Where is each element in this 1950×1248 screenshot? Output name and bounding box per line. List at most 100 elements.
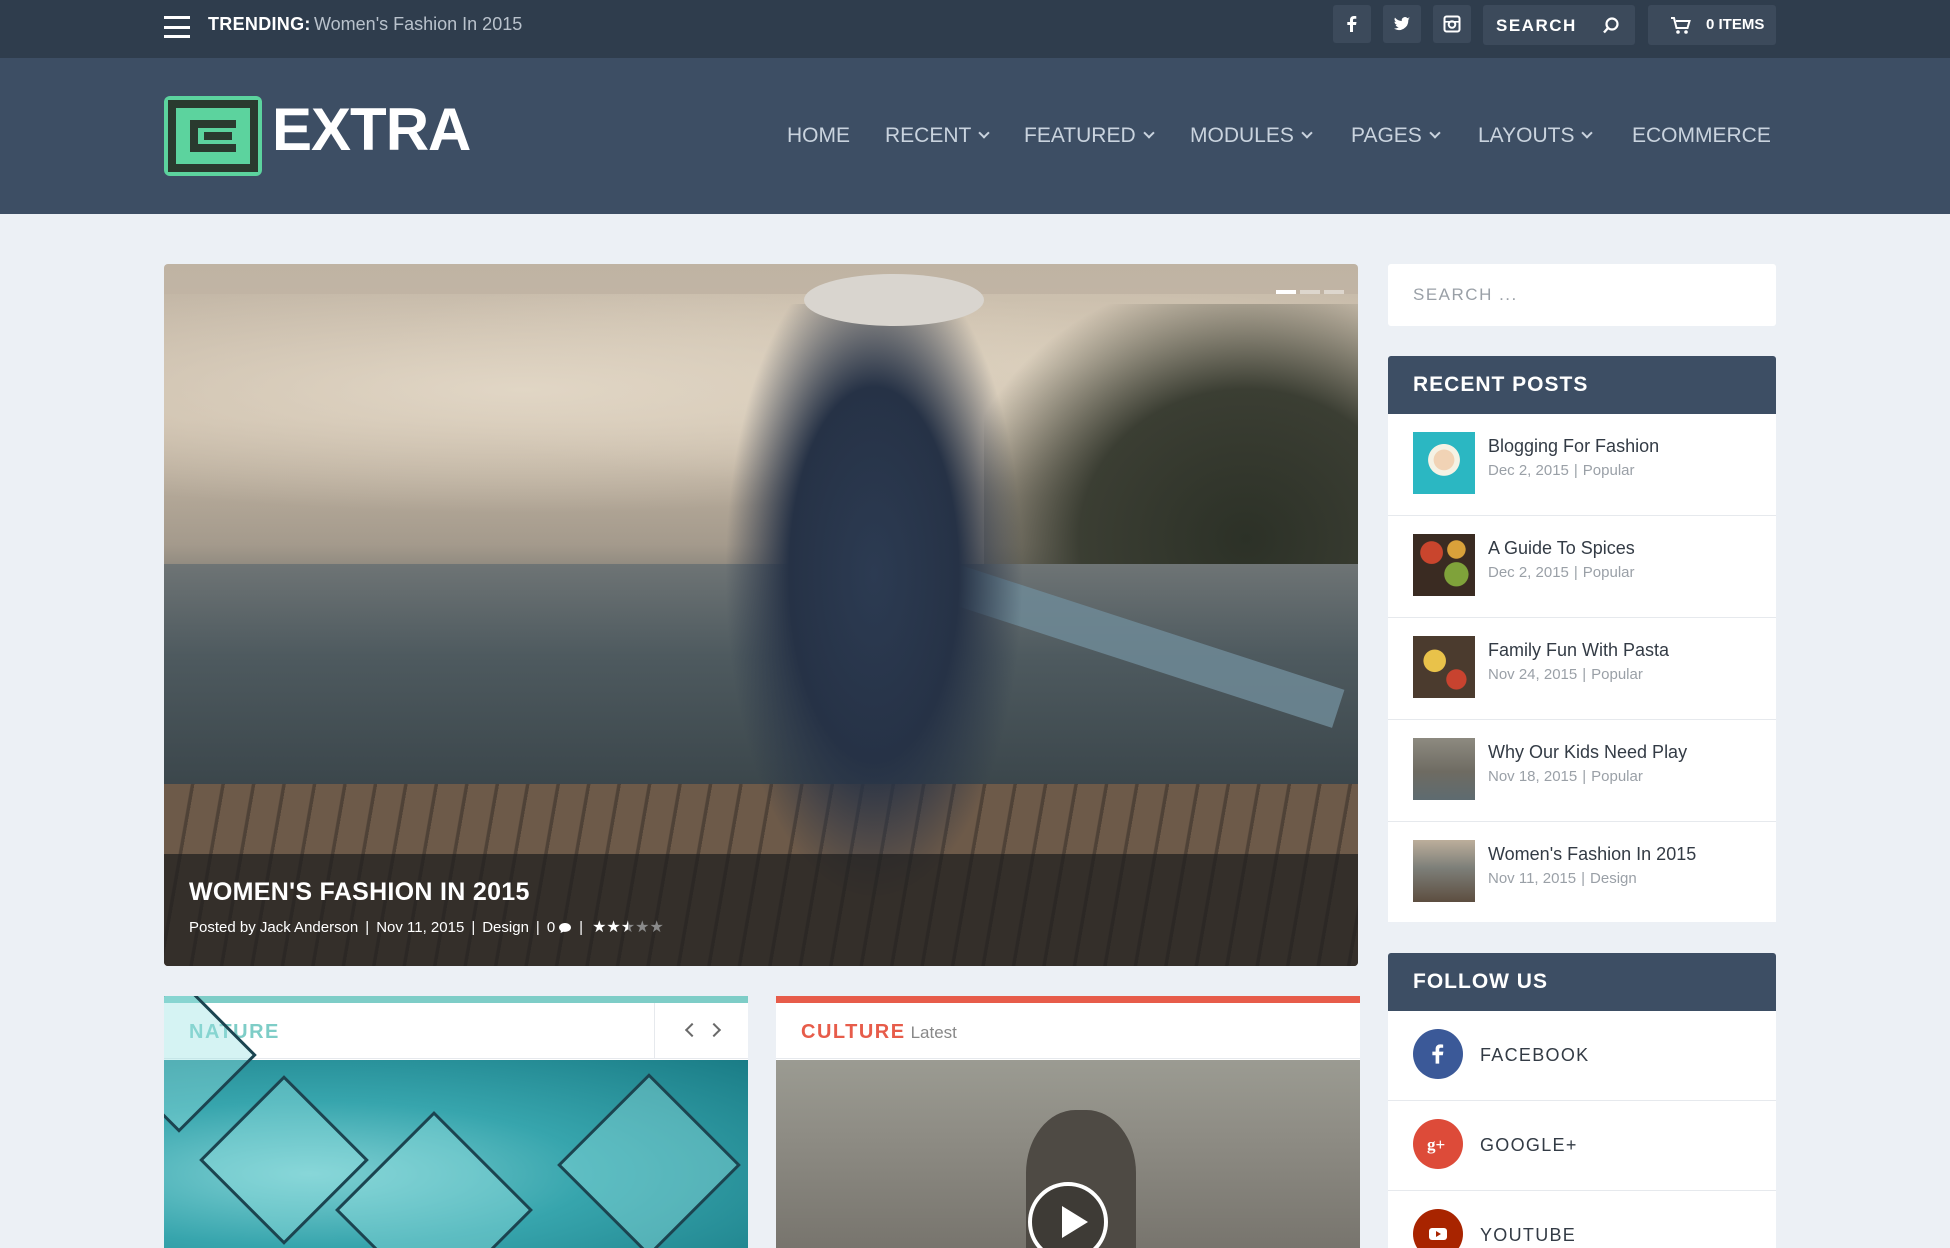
hero-category[interactable]: Design <box>482 919 529 936</box>
trending-label: TRENDING: <box>208 14 311 34</box>
cart-icon <box>1671 17 1691 34</box>
post-title[interactable]: Family Fun With Pasta <box>1488 640 1669 661</box>
post-date: Dec 2, 2015 <box>1488 462 1569 479</box>
svg-text:g+: g+ <box>1427 1135 1445 1154</box>
instagram-icon[interactable] <box>1433 5 1471 43</box>
recent-posts-header: RECENT POSTS <box>1388 356 1776 414</box>
post-category[interactable]: Popular <box>1583 564 1635 581</box>
post-thumbnail[interactable] <box>1413 840 1475 902</box>
separator: | <box>1573 462 1578 479</box>
post-thumbnail[interactable] <box>1413 738 1475 800</box>
cart-label: 0 ITEMS <box>1706 16 1765 33</box>
follow-us-title: FOLLOW US <box>1413 970 1548 993</box>
culture-image[interactable] <box>776 1060 1360 1248</box>
post-thumbnail[interactable] <box>1413 534 1475 596</box>
nav-pages[interactable]: PAGES <box>1351 124 1441 148</box>
list-item[interactable]: Why Our Kids Need Play Nov 18, 2015 | Popu… <box>1388 720 1776 822</box>
sidebar-search-input[interactable] <box>1388 264 1776 326</box>
follow-facebook[interactable]: FACEBOOK <box>1388 1011 1776 1101</box>
cart-button[interactable]: 0 ITEMS <box>1648 5 1776 45</box>
post-date: Nov 24, 2015 <box>1488 666 1578 683</box>
post-title[interactable]: Blogging For Fashion <box>1488 436 1659 457</box>
card-title[interactable]: CULTURE Latest <box>801 1021 957 1044</box>
hero-title[interactable]: WOMEN'S FASHION IN 2015 <box>189 878 530 907</box>
separator: | <box>365 919 370 936</box>
post-category[interactable]: Popular <box>1591 666 1643 683</box>
slider-dot[interactable] <box>1324 290 1344 294</box>
card-header: CULTURE Latest <box>776 1003 1360 1059</box>
list-item[interactable]: Blogging For Fashion Dec 2, 2015 | Popular <box>1388 414 1776 516</box>
separator: | <box>535 919 540 936</box>
post-meta: Nov 11, 2015 | Design <box>1488 870 1637 887</box>
star-icon: ★ <box>592 918 607 936</box>
list-item[interactable]: Family Fun With Pasta Nov 24, 2015 | Popul… <box>1388 618 1776 720</box>
chevron-right-icon[interactable] <box>706 1022 722 1038</box>
nav-layouts[interactable]: LAYOUTS <box>1478 124 1594 148</box>
recent-posts-title: RECENT POSTS <box>1413 373 1589 396</box>
hero-image-hat <box>804 274 984 326</box>
nature-image[interactable] <box>164 996 748 1248</box>
slider-pagination <box>1276 290 1344 294</box>
main-nav: HOME RECENT FEATURED MODULES PAGES LAYOU… <box>0 58 1950 214</box>
separator: | <box>1581 870 1586 887</box>
chevron-down-icon <box>1142 127 1155 139</box>
follow-label: FACEBOOK <box>1480 1045 1590 1065</box>
nav-label: HOME <box>787 124 850 147</box>
hero-comments-count[interactable]: 0 <box>547 919 555 936</box>
slider-dot[interactable] <box>1300 290 1320 294</box>
follow-google-plus[interactable]: g+ GOOGLE+ <box>1388 1101 1776 1191</box>
card-accent-bar <box>776 996 1360 1003</box>
nav-label: RECENT <box>885 124 972 147</box>
facebook-icon[interactable] <box>1333 5 1371 43</box>
post-title[interactable]: Why Our Kids Need Play <box>1488 742 1687 763</box>
slider-dot[interactable] <box>1276 290 1296 294</box>
hero-meta: Posted by Jack Anderson | Nov 11, 2015 |… <box>189 919 664 936</box>
nav-label: MODULES <box>1190 124 1294 147</box>
post-date: Nov 11, 2015 <box>1488 870 1577 887</box>
star-icon: ★ <box>606 918 621 936</box>
post-thumbnail[interactable] <box>1413 636 1475 698</box>
nav-home[interactable]: HOME <box>787 124 850 148</box>
post-category[interactable]: Design <box>1590 870 1637 887</box>
comment-icon <box>559 922 572 933</box>
chevron-left-icon[interactable] <box>684 1022 700 1038</box>
site-header: EXTRA HOME RECENT FEATURED MODULES PAGES… <box>0 58 1950 214</box>
recent-posts-list: Blogging For Fashion Dec 2, 2015 | Popular… <box>1388 414 1776 922</box>
top-bar: TRENDING: Women's Fashion In 2015 SEARCH… <box>0 0 1950 58</box>
menu-icon[interactable] <box>164 16 190 38</box>
card-subtitle: Latest <box>910 1023 957 1042</box>
chevron-down-icon <box>1581 127 1594 139</box>
post-date: Nov 18, 2015 <box>1488 768 1578 785</box>
card-title-text: CULTURE <box>801 1021 906 1043</box>
post-thumbnail[interactable] <box>1413 432 1475 494</box>
hero-author[interactable]: Posted by Jack Anderson <box>189 919 358 936</box>
separator: | <box>579 919 584 936</box>
top-search-button[interactable]: SEARCH <box>1483 5 1635 45</box>
featured-slider[interactable]: WOMEN'S FASHION IN 2015 Posted by Jack A… <box>164 264 1358 966</box>
list-item[interactable]: Women's Fashion In 2015 Nov 11, 2015 | Des… <box>1388 822 1776 924</box>
nav-ecommerce[interactable]: ECOMMERCE <box>1632 124 1771 148</box>
follow-youtube[interactable]: YOUTUBE <box>1388 1191 1776 1248</box>
trending-post-link[interactable]: Women's Fashion In 2015 <box>314 14 522 35</box>
follow-us-list: FACEBOOK g+ GOOGLE+ YOUTUBE <box>1388 1011 1776 1248</box>
twitter-icon[interactable] <box>1383 5 1421 43</box>
star-icon: ★ <box>620 918 636 936</box>
google-plus-icon: g+ <box>1413 1119 1463 1169</box>
nav-featured[interactable]: FEATURED <box>1024 124 1155 148</box>
culture-card: CULTURE Latest <box>776 996 1360 1248</box>
nav-modules[interactable]: MODULES <box>1190 124 1313 148</box>
separator: | <box>1582 768 1587 785</box>
post-category[interactable]: Popular <box>1591 768 1643 785</box>
top-search-label: SEARCH <box>1496 16 1577 35</box>
nav-label: PAGES <box>1351 124 1422 147</box>
separator: | <box>1573 564 1578 581</box>
post-title[interactable]: A Guide To Spices <box>1488 538 1635 559</box>
chevron-down-icon <box>1429 127 1441 139</box>
follow-label: YOUTUBE <box>1480 1225 1577 1245</box>
post-title[interactable]: Women's Fashion In 2015 <box>1488 844 1696 865</box>
nav-recent[interactable]: RECENT <box>885 124 991 148</box>
list-item[interactable]: A Guide To Spices Dec 2, 2015 | Popular <box>1388 516 1776 618</box>
post-category[interactable]: Popular <box>1583 462 1635 479</box>
hero-caption: WOMEN'S FASHION IN 2015 Posted by Jack A… <box>164 854 1358 966</box>
follow-label: GOOGLE+ <box>1480 1135 1578 1155</box>
